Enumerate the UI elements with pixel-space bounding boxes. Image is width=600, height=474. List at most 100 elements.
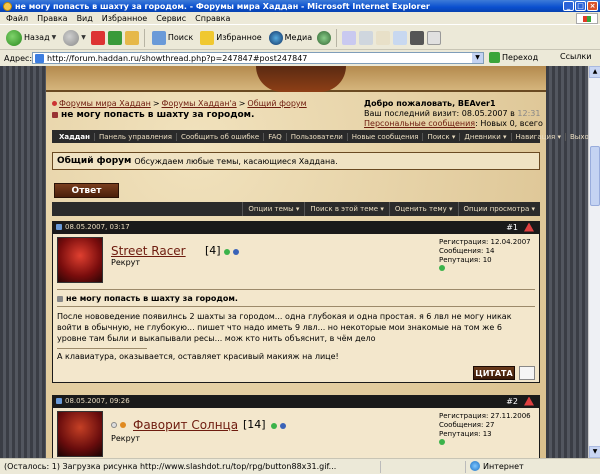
post-message: После нововедение появилнсь 2 шахты за г… [57,312,512,343]
window-title: не могу попасть в шахту за городом. - Фо… [15,1,430,11]
menu-file[interactable]: Файл [6,14,28,23]
post-date: 08.05.2007, 09:26 [65,397,130,405]
history-icon[interactable] [317,30,332,45]
menu-tools[interactable]: Сервис [156,14,186,23]
star-icon [200,30,215,45]
forward-button[interactable]: ▼ [61,29,88,47]
user-stats: Регистрация: 27.11.2006 Сообщения: 27 Ре… [439,412,531,448]
back-button[interactable]: Назад ▼ [4,29,58,47]
nav-users[interactable]: Пользователи [287,132,348,141]
post-header: 08.05.2007, 03:17 #1 [52,221,540,233]
scroll-up-icon[interactable]: ▲ [589,66,600,78]
user-rank: Рекрут [111,258,141,267]
scroll-down-icon[interactable]: ▼ [589,446,600,458]
thread-options[interactable]: Опции темы ▾ [242,202,304,216]
forum-page: Форумы мира Хаддан > Форумы Хаддан'а > О… [46,66,588,458]
print-icon[interactable] [359,30,374,45]
minimize-button[interactable]: _ [563,1,574,11]
post-number[interactable]: #2 [506,397,518,406]
forum-icon [52,101,57,106]
search-thread[interactable]: Поиск в этой теме ▾ [304,202,388,216]
forum-navbar: Хаддан Панель управления Сообщить об оши… [52,130,588,143]
online-icon [271,423,277,429]
go-button[interactable]: Переход [489,52,538,63]
close-button[interactable]: × [587,1,598,11]
post-username[interactable]: Фаворит Солнца [133,418,238,432]
nav-home[interactable]: Хаддан [55,132,95,141]
refresh-icon[interactable] [107,30,122,45]
toolbar: Назад ▼ ▼ Поиск Избранное Медиа [0,26,600,50]
home-icon[interactable] [124,30,139,45]
menu-view[interactable]: Вид [77,14,93,23]
nav-diaries[interactable]: Дневники ▾ [460,132,512,141]
chevron-down-icon[interactable]: ▼ [472,53,483,63]
nav-report-bug[interactable]: Сообщить об ошибке [177,132,265,141]
thread-title: не могу попасть в шахту за городом. [61,110,255,120]
go-arrow-icon [489,52,500,63]
post-date: 08.05.2007, 03:17 [65,223,130,231]
menubar: Файл Правка Вид Избранное Сервис Справка [0,12,600,25]
post-number[interactable]: #1 [506,223,518,232]
breadcrumb-link-forums[interactable]: Форумы мира Хаддан [59,99,151,108]
post-icon [56,398,62,404]
address-url: http://forum.haddan.ru/showthread.php?p=… [47,53,308,63]
display-options[interactable]: Опции просмотра ▾ [457,202,540,216]
stop-icon[interactable] [90,30,105,45]
forum-name: Общий форум [57,156,132,166]
nav-search[interactable]: Поиск ▾ [423,132,461,141]
report-icon[interactable] [524,396,534,406]
quote-button[interactable]: ЦИТАТА [473,366,515,380]
menu-edit[interactable]: Правка [37,14,67,23]
scroll-thumb[interactable] [590,146,600,206]
last-visit: Ваш последний визит: 08.05.2007 в [364,109,515,118]
avatar [57,237,103,283]
globe-icon [470,461,480,471]
report-icon[interactable] [524,222,534,232]
address-input[interactable]: http://forum.haddan.ru/showthread.php?p=… [32,52,484,64]
menu-favorites[interactable]: Избранное [102,14,147,23]
post-username[interactable]: Street Racer [111,244,186,258]
breadcrumb-link-haddan[interactable]: Форумы Хаддан'а [162,99,237,108]
maximize-button[interactable]: □ [575,1,586,11]
forum-description: Обсуждаем любые темы, касающиеся Хаддана… [134,156,338,166]
user-stats: Регистрация: 12.04.2007 Сообщения: 14 Ре… [439,238,531,274]
nav-faq[interactable]: FAQ [264,132,287,141]
nav-navigation[interactable]: Навигация ▾ [512,132,566,141]
vertical-scrollbar[interactable]: ▲ ▼ [588,66,600,458]
messenger-icon[interactable] [427,30,442,45]
chevron-down-icon: ▼ [51,34,57,41]
forward-arrow-icon [63,29,80,46]
breadcrumb: Форумы мира Хаддан > Форумы Хаддан'а > О… [52,99,362,129]
nav-control-panel[interactable]: Панель управления [95,132,177,141]
edit-post-icon[interactable] [519,366,535,380]
thread-tools: Опции темы ▾ Поиск в этой теме ▾ Оценить… [52,202,540,216]
reputation-icon [439,265,445,271]
discuss-icon[interactable] [393,30,408,45]
edit-icon[interactable] [376,30,391,45]
pm-link[interactable]: Персональные сообщения [364,119,475,128]
nav-logout[interactable]: Выход [566,133,588,141]
post-title: не могу попасть в шахту за городом. [57,294,238,303]
forum-banner [46,66,546,92]
reply-button[interactable]: Ответ [54,183,119,198]
user-level: [4] [205,244,221,257]
post-icon [56,224,62,230]
favorites-button[interactable]: Избранное [198,30,263,46]
nav-new-posts[interactable]: Новые сообщения [348,132,424,141]
page-viewport: Форумы мира Хаддан > Форумы Хаддан'а > О… [0,66,588,458]
status-bar: (Осталось: 1) Загрузка рисунка http://ww… [0,458,600,474]
menu-help[interactable]: Справка [195,14,230,23]
post-signature: А клавиатура, оказывается, оставляет кра… [57,352,339,361]
page-icon [35,53,44,63]
mail-icon[interactable] [342,30,357,45]
media-icon [268,30,283,45]
search-button[interactable]: Поиск [150,30,195,46]
breadcrumb-link-general[interactable]: Общий форум [247,99,306,108]
rate-thread[interactable]: Оценить тему ▾ [388,202,458,216]
status-text: (Осталось: 1) Загрузка рисунка http://ww… [4,462,337,471]
ie-icon [3,1,12,11]
back-arrow-icon [6,29,22,46]
links-button[interactable]: Ссылки [560,52,591,61]
research-icon[interactable] [410,30,425,45]
media-button[interactable]: Медиа [267,30,314,46]
